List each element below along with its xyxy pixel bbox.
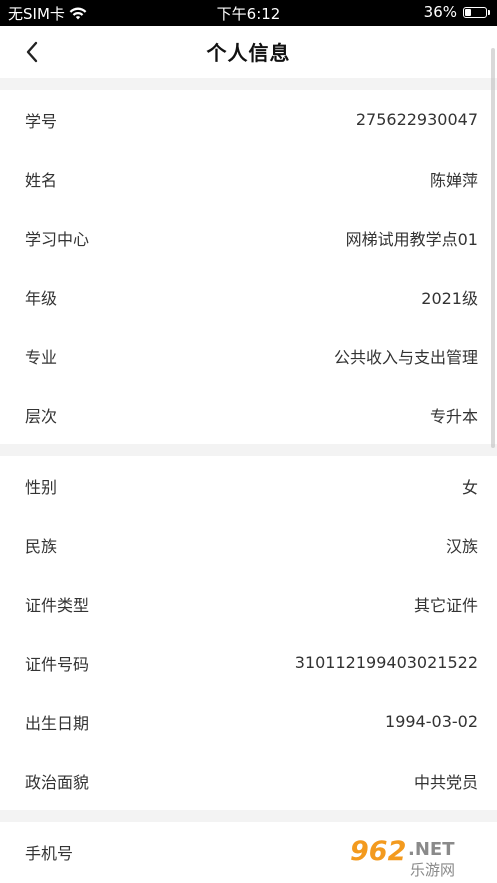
row-label: 层次	[25, 406, 58, 426]
page-title: 个人信息	[206, 41, 291, 65]
info-row-name: 姓名 陈婵萍	[0, 149, 497, 208]
row-value: 公共收入与支出管理	[333, 347, 478, 367]
row-label: 政治面貌	[25, 772, 90, 792]
info-row-ethnicity: 民族 汉族	[0, 515, 497, 574]
row-label: 手机号	[25, 843, 74, 863]
info-row-study-center: 学习中心 网梯试用教学点01	[0, 208, 497, 267]
row-label: 出生日期	[25, 713, 90, 733]
row-value: 其它证件	[413, 595, 478, 615]
row-value: 女	[461, 477, 478, 497]
row-value: 汉族	[445, 536, 478, 556]
personal-info-section: 性别 女 民族 汉族 证件类型 其它证件 证件号码 31011219940302…	[0, 456, 497, 810]
watermark-suffix: .NET	[408, 839, 455, 860]
watermark-number: 962	[350, 836, 406, 867]
info-row-birth-date: 出生日期 1994-03-02	[0, 692, 497, 751]
scrollbar[interactable]	[491, 48, 495, 448]
row-label: 证件类型	[25, 595, 90, 615]
info-row-grade: 年级 2021级	[0, 267, 497, 326]
row-value: 1994-03-02	[385, 712, 478, 731]
row-value: 陈婵萍	[429, 170, 478, 190]
row-label: 年级	[25, 288, 58, 308]
watermark-logo: 962 .NET 乐游网	[349, 835, 455, 879]
info-row-major: 专业 公共收入与支出管理	[0, 326, 497, 385]
row-value: 中共党员	[413, 772, 478, 792]
section-divider	[0, 810, 497, 822]
personal-info-screen: 无SIM卡 下午6:12 36% 个人信息 学号 275622930047 姓名…	[0, 0, 497, 883]
info-row-id-type: 证件类型 其它证件	[0, 574, 497, 633]
info-row-level: 层次 专升本	[0, 385, 497, 444]
nav-bar: 个人信息	[0, 26, 497, 78]
watermark-subtitle: 乐游网	[410, 861, 455, 879]
info-row-student-id: 学号 275622930047	[0, 90, 497, 149]
info-content: 学号 275622930047 姓名 陈婵萍 学习中心 网梯试用教学点01 年级…	[0, 78, 497, 881]
row-value: 网梯试用教学点01	[345, 229, 478, 249]
section-divider	[0, 444, 497, 456]
battery-icon	[463, 6, 490, 18]
battery-percent: 36%	[423, 3, 457, 21]
row-label: 姓名	[25, 170, 58, 190]
row-label: 民族	[25, 536, 58, 556]
row-label: 学习中心	[25, 229, 90, 249]
row-label: 学号	[25, 111, 58, 131]
academic-info-section: 学号 275622930047 姓名 陈婵萍 学习中心 网梯试用教学点01 年级…	[0, 90, 497, 444]
row-label: 证件号码	[25, 654, 90, 674]
status-right: 36%	[423, 3, 490, 21]
section-divider	[0, 78, 497, 90]
status-bar: 无SIM卡 下午6:12 36%	[0, 0, 497, 26]
row-value: 专升本	[429, 406, 478, 426]
info-row-id-number: 证件号码 310112199403021522	[0, 633, 497, 692]
info-row-gender: 性别 女	[0, 456, 497, 515]
info-row-political-status: 政治面貌 中共党员	[0, 751, 497, 810]
row-label: 专业	[25, 347, 58, 367]
row-value: 2021级	[421, 288, 478, 308]
row-value: 275622930047	[355, 110, 478, 129]
row-label: 性别	[25, 477, 58, 497]
status-time: 下午6:12	[216, 5, 281, 23]
row-value: 310112199403021522	[294, 653, 478, 672]
battery-level-fill	[465, 8, 471, 16]
